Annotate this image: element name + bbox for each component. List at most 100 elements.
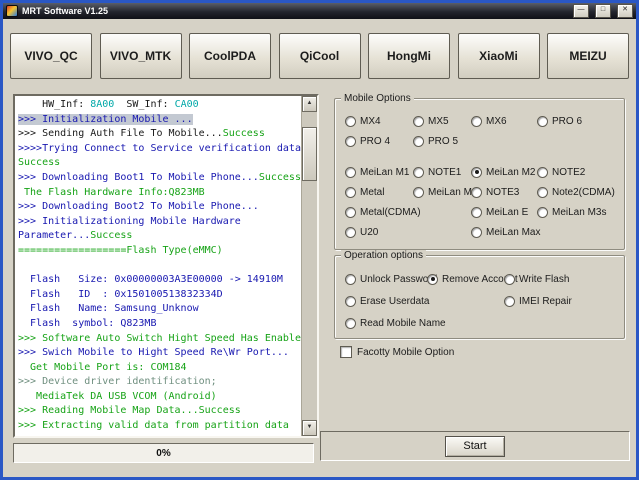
log-line	[18, 259, 301, 274]
log-line: Flash ID : 0x150100513832334D	[18, 288, 301, 303]
radio-u20[interactable]: U20	[345, 227, 413, 238]
radio-read-mobile-name[interactable]: Read Mobile Name	[345, 318, 427, 329]
radio-icon	[471, 167, 482, 178]
operation-options-group: Operation options Unlock PasswordRemove …	[334, 255, 625, 339]
tab-coolpda[interactable]: CoolPDA	[189, 33, 271, 79]
radio-note1[interactable]: NOTE1	[413, 167, 471, 178]
log-line: >>> Initialization Mobile ...	[18, 113, 301, 128]
log-line: The Flash Hardware Info:Q823MB	[18, 186, 301, 201]
log-line: >>> Extracting valid data from partition…	[18, 419, 301, 434]
log-line: ==================Flash Type(eMMC)	[18, 244, 301, 259]
log-line: Get Mobile Port is: COM184	[18, 361, 301, 376]
log-line: >>> Initializationing Mobile Hardware	[18, 215, 301, 230]
radio-note2[interactable]: NOTE2	[537, 167, 620, 178]
log-line: >>> Software Auto Switch Hight Speed Has…	[18, 332, 301, 347]
screen: MRT Software V1.25 — □ ✕ VIVO_QCVIVO_MTK…	[0, 0, 639, 480]
progress-label: 0%	[156, 448, 170, 459]
radio-note2-cdma[interactable]: Note2(CDMA)	[537, 187, 620, 198]
radio-label: PRO 6	[552, 116, 582, 127]
operation-options-rows: Unlock PasswordRemove Account Write Flash…	[345, 268, 620, 334]
radio-pro-6[interactable]: PRO 6	[537, 116, 620, 127]
tab-meizu[interactable]: MEIZU	[547, 33, 629, 79]
log-panel: HW_Inf: 8A00 SW_Inf: CA00>>> Initializat…	[13, 94, 319, 438]
log-line: >>> Sending Auth File To Mobile...Succes…	[18, 127, 301, 142]
radio-label: MX6	[486, 116, 507, 127]
radio-label: Erase Userdata	[360, 296, 429, 307]
maximize-button[interactable]: □	[595, 4, 611, 18]
log-content: HW_Inf: 8A00 SW_Inf: CA00>>> Initializat…	[15, 96, 301, 436]
radio-meilan-m3[interactable]: MeiLan M3	[413, 187, 471, 198]
radio-meilan-m2[interactable]: MeiLan M2	[471, 167, 537, 178]
log-line: Flash Size: 0x00000003A3E00000 -> 14910M	[18, 273, 301, 288]
radio-icon	[345, 227, 356, 238]
radio-note3[interactable]: NOTE3	[471, 187, 537, 198]
radio-metal[interactable]: Metal	[345, 187, 413, 198]
tab-vivo-mtk[interactable]: VIVO_MTK	[100, 33, 182, 79]
tab-bar: VIVO_QCVIVO_MTKCoolPDAQiCoolHongMiXiaoMi…	[10, 33, 629, 79]
log-line: HW_Inf: 8A00 SW_Inf: CA00	[18, 98, 301, 113]
radio-icon	[471, 227, 482, 238]
close-button[interactable]: ✕	[617, 4, 633, 18]
factory-option-label: Facotty Mobile Option	[357, 347, 454, 358]
radio-label: Note2(CDMA)	[552, 187, 615, 198]
radio-label: Write Flash	[519, 274, 569, 285]
radio-label: Metal	[360, 187, 384, 198]
log-line: Flash symbol: Q823MB	[18, 317, 301, 332]
radio-label: IMEI Repair	[519, 296, 572, 307]
radio-remove-account[interactable]: Remove Account	[427, 274, 504, 285]
radio-mx6[interactable]: MX6	[471, 116, 537, 127]
log-line: >>> Swich Mobile to Hight Speed Re\Wr Po…	[18, 346, 301, 361]
radio-icon	[471, 187, 482, 198]
factory-mobile-option-checkbox[interactable]: Facotty Mobile Option	[340, 346, 454, 358]
bottom-panel: Start	[320, 431, 630, 461]
log-line: MediaTek DA USB VCOM (Android)	[18, 390, 301, 405]
radio-label: NOTE2	[552, 167, 585, 178]
log-scrollbar[interactable]: ▲ ▼	[301, 96, 317, 436]
checkbox-icon	[340, 346, 352, 358]
radio-icon	[537, 207, 548, 218]
window-title: MRT Software V1.25	[22, 6, 567, 16]
scrollbar-thumb[interactable]	[302, 127, 317, 181]
radio-write-flash[interactable]: Write Flash	[504, 274, 620, 285]
radio-label: PRO 4	[360, 136, 390, 147]
tab-vivo-qc[interactable]: VIVO_QC	[10, 33, 92, 79]
log-line: Flash Name: Samsung_Unknow	[18, 302, 301, 317]
tab-xiaomi[interactable]: XiaoMi	[458, 33, 540, 79]
radio-label: Metal(CDMA)	[360, 207, 421, 218]
scrollbar-down-icon[interactable]: ▼	[302, 420, 317, 436]
tab-hongmi[interactable]: HongMi	[368, 33, 450, 79]
radio-icon	[345, 296, 356, 307]
radio-label: Unlock Password	[360, 274, 437, 285]
scrollbar-track[interactable]	[302, 112, 317, 420]
radio-icon	[345, 167, 356, 178]
radio-mx4[interactable]: MX4	[345, 116, 413, 127]
radio-erase-userdata[interactable]: Erase Userdata	[345, 296, 427, 307]
radio-mx5[interactable]: MX5	[413, 116, 471, 127]
radio-icon	[537, 187, 548, 198]
log-line: >>> Downloading Boot1 To Mobile Phone...…	[18, 171, 301, 186]
radio-meilan-max[interactable]: MeiLan Max	[471, 227, 537, 238]
radio-unlock-password[interactable]: Unlock Password	[345, 274, 427, 285]
radio-pro-4[interactable]: PRO 4	[345, 136, 413, 147]
app-icon	[6, 5, 18, 17]
radio-meilan-m3s[interactable]: MeiLan M3s	[537, 207, 620, 218]
mobile-options-rows: MX4 MX5 MX6 PRO 6 PRO 4 PRO 5 MeiLan M1 NOTE1 Me…	[345, 111, 620, 242]
minimize-button[interactable]: —	[573, 4, 589, 18]
scrollbar-up-icon[interactable]: ▲	[302, 96, 317, 112]
radio-metal-cdma[interactable]: Metal(CDMA)	[345, 207, 413, 218]
radio-imei-repair[interactable]: IMEI Repair	[504, 296, 620, 307]
radio-label: Read Mobile Name	[360, 318, 446, 329]
radio-pro-5[interactable]: PRO 5	[413, 136, 471, 147]
radio-meilan-e[interactable]: MeiLan E	[471, 207, 537, 218]
radio-label: MX4	[360, 116, 381, 127]
radio-icon	[504, 296, 515, 307]
radio-icon	[345, 136, 356, 147]
radio-label: NOTE1	[428, 167, 461, 178]
tab-qicool[interactable]: QiCool	[279, 33, 361, 79]
start-button[interactable]: Start	[445, 436, 505, 457]
progress-bar: 0%	[13, 443, 314, 463]
radio-label: U20	[360, 227, 378, 238]
log-line: >>>>Trying Connect to Service verificati…	[18, 142, 301, 157]
log-line: >>> Device driver identification;	[18, 375, 301, 390]
radio-meilan-m1[interactable]: MeiLan M1	[345, 167, 413, 178]
